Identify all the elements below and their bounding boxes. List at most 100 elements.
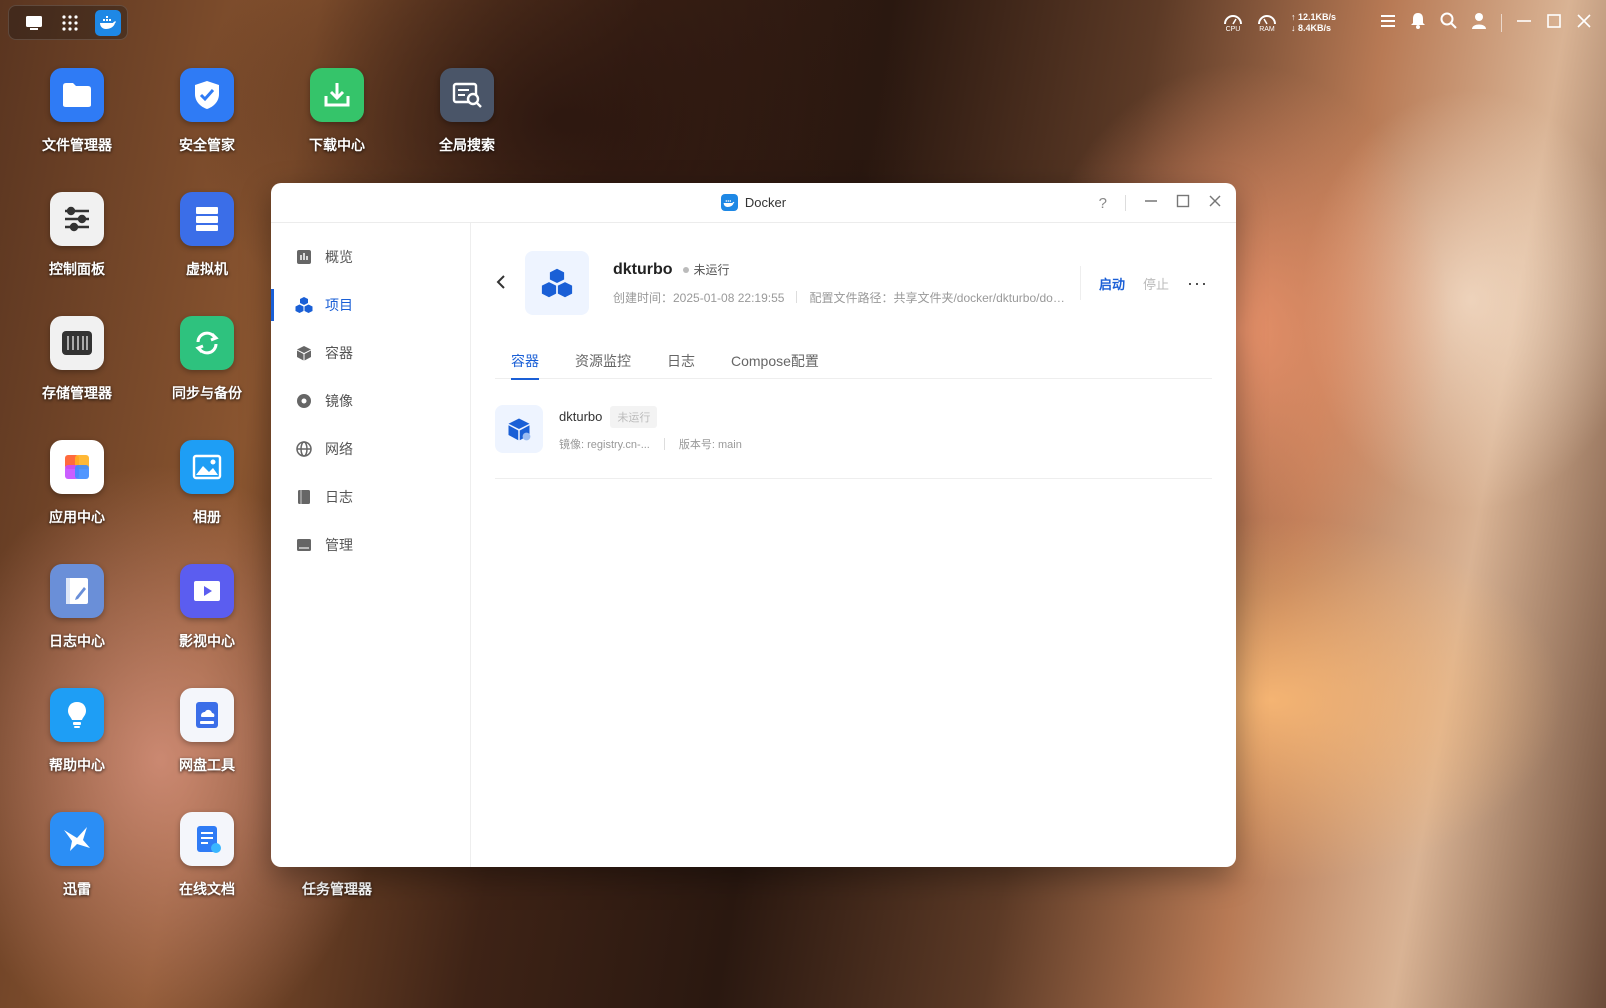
help-button[interactable]: ? [1099,195,1107,212]
sync-icon [180,316,234,370]
maximize-icon[interactable] [1546,13,1562,34]
taskbar-right: CPU RAM ↑ 12.1KB/s ↓ 8.4KB/s [1223,8,1592,38]
ram-gauge[interactable]: RAM [1257,12,1277,34]
widgets-icon[interactable] [1380,13,1396,34]
container-name: dkturbo [559,409,603,424]
sliders-icon [50,192,104,246]
list-item[interactable]: dkturbo 未运行 镜像: registry.cn-... 版本号: mai… [495,379,1212,479]
status-text: 未运行 [693,263,730,277]
search-list-icon [440,68,494,122]
desktop-app-photos[interactable]: 相册 [152,440,262,527]
net-down: ↓ 8.4KB/s [1290,23,1331,33]
container-version: 版本号: main [678,438,742,451]
shield-icon [180,68,234,122]
cpu-gauge[interactable]: CPU [1223,12,1243,34]
app-label: 迅雷 [63,881,91,897]
desktop-app-thunder[interactable]: 迅雷 [22,812,132,899]
desktop-app-app-center[interactable]: 应用中心 [22,440,132,527]
tab-logs[interactable]: 日志 [649,343,713,379]
app-grid-icon[interactable] [59,12,81,34]
desktop-app-online-docs[interactable]: 在线文档 [152,812,262,899]
project-icon [525,251,589,315]
app-label: 网盘工具 [179,757,235,773]
desktop-app-global-search[interactable]: 全局搜索 [412,68,522,155]
tab-compose-config[interactable]: Compose配置 [713,343,837,379]
desktop-app-control-panel[interactable]: 控制面板 [22,192,132,279]
sidebar-item-overview[interactable]: 概览 [271,233,470,281]
storage-icon [50,316,104,370]
desktop-icon[interactable] [23,12,45,34]
window-maximize-icon[interactable] [1176,194,1190,212]
sidebar-item-label: 概览 [325,249,353,265]
start-button[interactable]: 启动 [1099,274,1125,293]
container-image: 镜像: registry.cn-... [559,438,650,451]
meta-separator [796,291,798,303]
close-icon[interactable] [1576,13,1592,34]
project-tabs: 容器 资源监控 日志 Compose配置 [495,343,1212,380]
desktop-app-virtual-machine[interactable]: 虚拟机 [152,192,262,279]
desktop-app-file-manager[interactable]: 文件管理器 [22,68,132,155]
desktop-app-download-center[interactable]: 下载中心 [282,68,392,155]
cloud-drive-icon [180,688,234,742]
back-button[interactable] [495,270,515,296]
container-box-icon [495,404,543,453]
app-label: 虚拟机 [186,261,228,277]
window-title: Docker [744,195,787,210]
globe-icon [295,440,313,458]
project-name: dkturbo [613,260,673,278]
app-label: 全局搜索 [439,137,495,153]
window-titlebar[interactable]: Docker ? [271,183,1236,223]
tab-containers[interactable]: 容器 [495,343,557,380]
notebook-icon [50,564,104,618]
sidebar-item-images[interactable]: 镜像 [271,377,470,425]
desktop-app-storage-manager[interactable]: 存储管理器 [22,316,132,403]
download-icon [310,68,364,122]
net-up: ↑ 12.1KB/s [1290,12,1336,22]
status-badge: 未运行 [610,405,658,428]
window-minimize-icon[interactable] [1144,194,1158,212]
tab-resource-monitor[interactable]: 资源监控 [557,343,649,379]
desktop-app-security[interactable]: 安全管家 [152,68,262,155]
disc-icon [295,392,313,410]
search-icon[interactable] [1440,12,1457,34]
stop-button[interactable]: 停止 [1143,274,1169,293]
more-options-button[interactable]: ··· [1187,273,1208,294]
sidebar-item-management[interactable]: 管理 [271,521,470,569]
folder-icon [50,68,104,122]
sidebar-item-logs[interactable]: 日志 [271,473,470,521]
app-label: 应用中心 [49,509,105,525]
app-label: 下载中心 [309,137,365,153]
sidebar-item-label: 项目 [325,297,353,313]
minimize-all-icon[interactable] [1516,13,1532,34]
app-label: 同步与备份 [172,385,242,401]
status-dot [682,266,689,273]
photo-icon [180,440,234,494]
desktop-app-help-center[interactable]: 帮助中心 [22,688,132,775]
panel-icon [295,536,313,554]
sidebar-item-containers[interactable]: 容器 [271,329,470,377]
sidebar-item-label: 日志 [325,489,353,505]
docker-window: Docker ? 概览 项目 容器 镜像 网络 日志 管理 dkturbo 未运… [271,183,1236,867]
user-icon[interactable] [1471,12,1487,34]
sidebar-item-label: 网络 [325,441,353,457]
docker-taskbar-icon[interactable] [95,9,121,36]
app-label: 存储管理器 [42,385,112,401]
project-config-path: 配置文件路径：共享文件夹/docker/dkturbo/docker-compo… [809,290,1070,305]
desktop-app-cloud-drive-tool[interactable]: 网盘工具 [152,688,262,775]
sidebar-item-network[interactable]: 网络 [271,425,470,473]
desktop-app-video-center[interactable]: 影视中心 [152,564,262,651]
actions-separator [1079,266,1081,300]
app-label: 在线文档 [179,881,235,897]
taskbar-left [8,5,128,40]
notification-bell-icon[interactable] [1410,12,1426,34]
sidebar-item-projects[interactable]: 项目 [271,281,470,329]
window-close-icon[interactable] [1208,194,1222,212]
app-label: 任务管理器 [302,881,372,897]
sidebar: 概览 项目 容器 镜像 网络 日志 管理 [271,223,471,867]
chart-icon [295,248,313,266]
desktop-app-sync-backup[interactable]: 同步与备份 [152,316,262,403]
docker-icon [720,194,738,211]
desktop-app-log-center[interactable]: 日志中心 [22,564,132,651]
app-label: 影视中心 [179,633,235,649]
topbar-separator [1501,14,1502,32]
